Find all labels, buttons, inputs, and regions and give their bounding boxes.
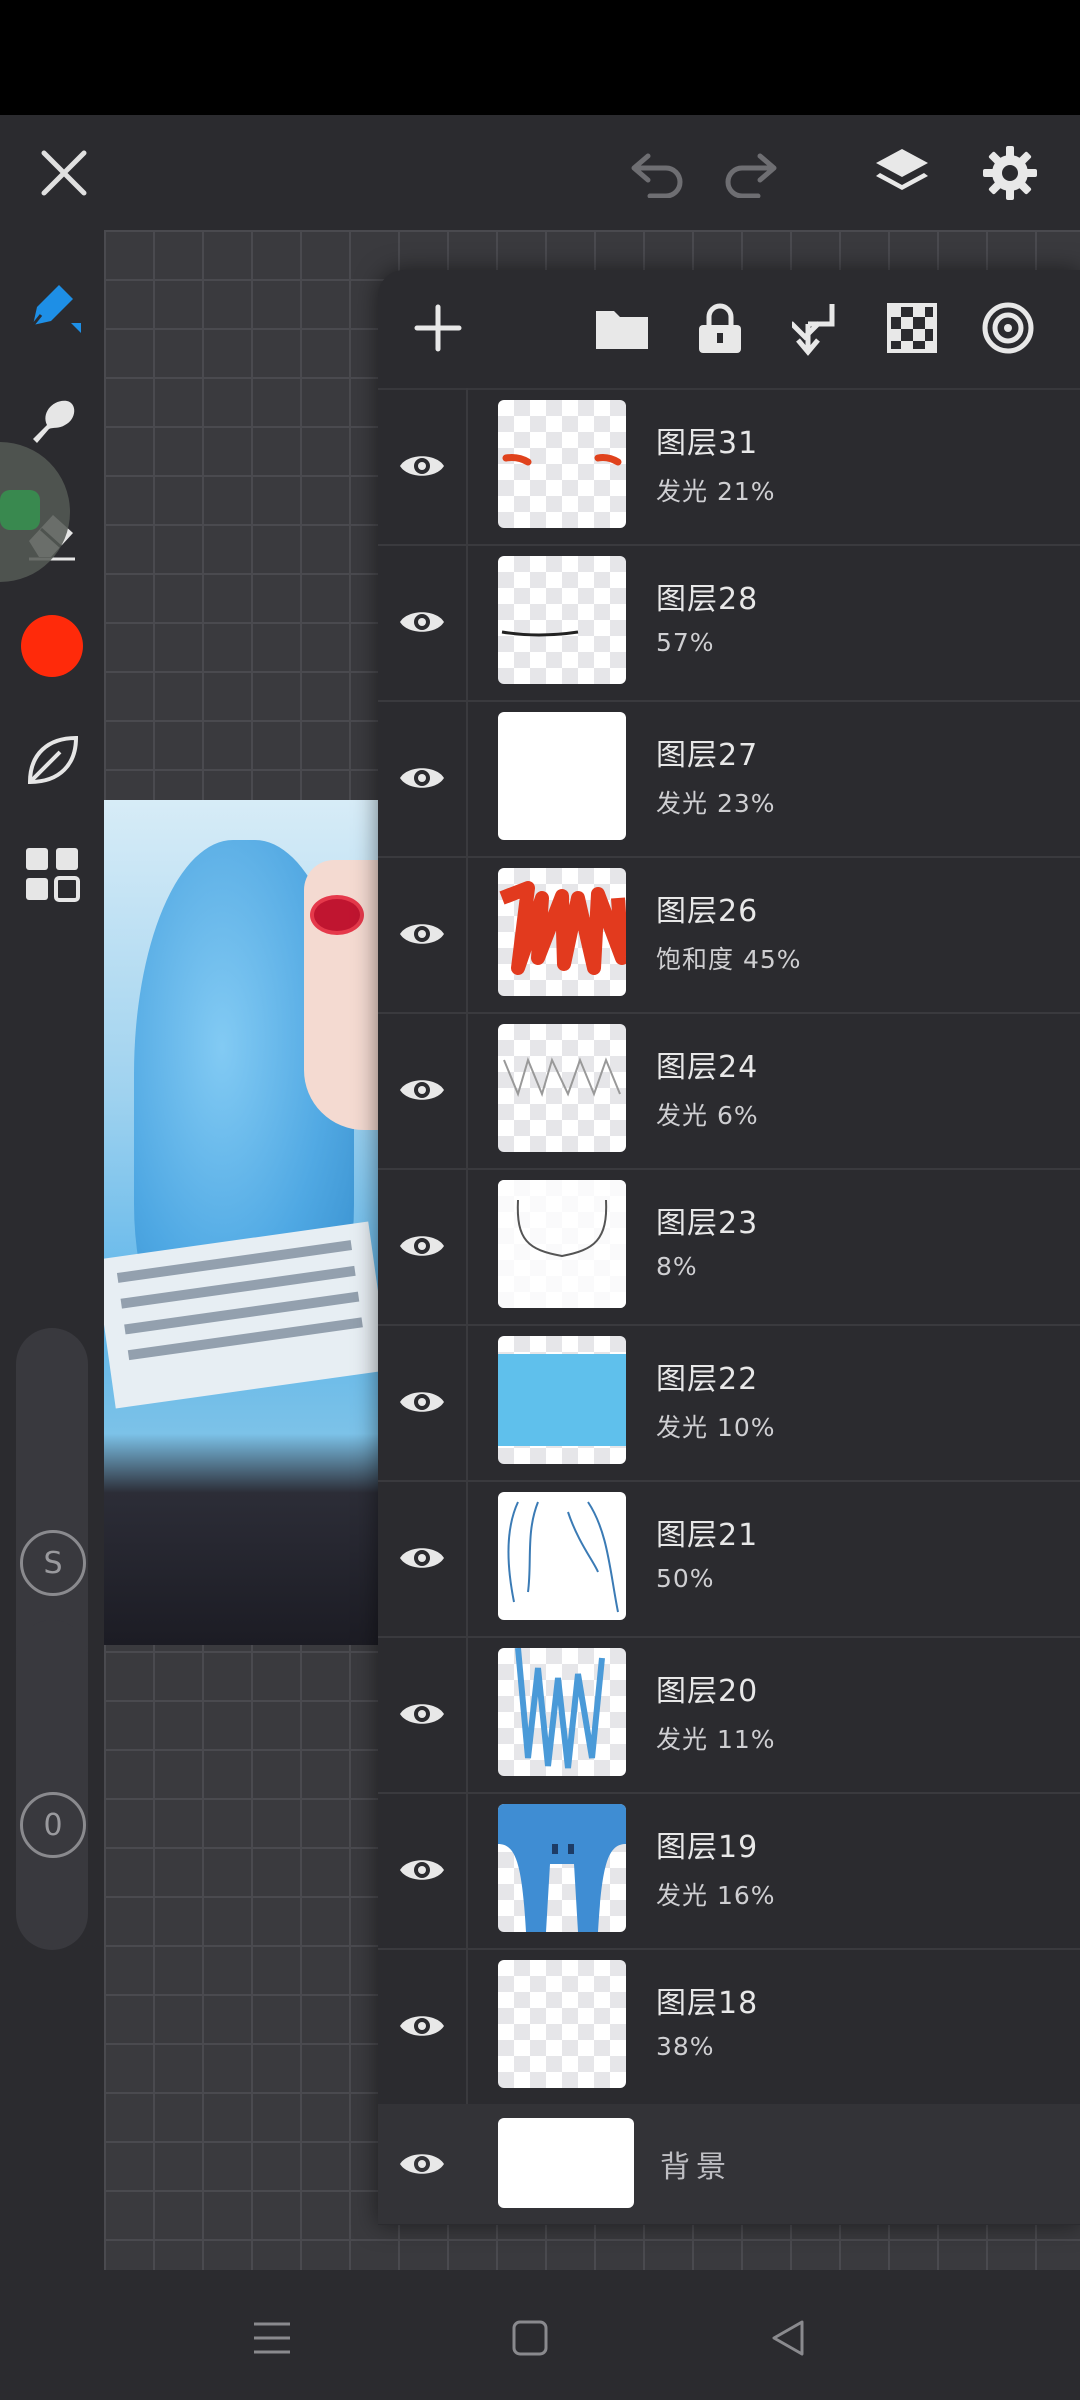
lock-icon[interactable] — [690, 298, 750, 358]
layer-thumbnail — [498, 712, 626, 840]
gear-icon[interactable] — [980, 143, 1040, 203]
layer-thumbnail — [498, 1024, 626, 1152]
layer-thumbnail — [498, 400, 626, 528]
system-nav-bar — [0, 2270, 1080, 2400]
layer-name: 图层23 — [656, 1206, 759, 1241]
eye-icon[interactable] — [378, 856, 468, 1012]
layer-row[interactable]: 图层31 发光 21% — [378, 388, 1080, 546]
smudge-tool-icon[interactable] — [20, 388, 84, 452]
eye-icon[interactable] — [378, 388, 468, 544]
color-swatch-dot — [21, 615, 83, 677]
eye-icon[interactable] — [378, 1636, 468, 1792]
transparency-icon[interactable] — [882, 298, 942, 358]
layer-blend-info: 发光 16% — [656, 1881, 776, 1910]
eye-icon[interactable] — [378, 1792, 468, 1948]
layer-row[interactable]: 图层22 发光 10% — [378, 1324, 1080, 1482]
eye-icon[interactable] — [378, 1480, 468, 1636]
close-icon[interactable] — [34, 143, 94, 203]
layer-blend-info: 38% — [656, 2032, 715, 2061]
back-icon[interactable] — [758, 2308, 818, 2368]
layer-thumbnail — [498, 868, 626, 996]
layer-blend-info: 饱和度 45% — [656, 945, 802, 974]
layer-name: 图层20 — [656, 1674, 759, 1709]
layer-blend-info: 发光 10% — [656, 1413, 776, 1442]
top-toolbar — [0, 115, 1080, 230]
eye-icon[interactable] — [378, 1948, 468, 2104]
merge-down-icon[interactable] — [786, 298, 846, 358]
layer-row[interactable]: 图层20 发光 11% — [378, 1636, 1080, 1794]
layer-blend-info: 57% — [656, 628, 715, 657]
layer-blend-info: 8% — [656, 1252, 698, 1281]
layer-row[interactable]: 图层24 发光 6% — [378, 1012, 1080, 1170]
layer-row[interactable]: 图层23 8% — [378, 1168, 1080, 1326]
color-swatch[interactable] — [20, 614, 84, 678]
layer-thumbnail — [498, 1336, 626, 1464]
layer-name: 图层31 — [656, 426, 759, 461]
layer-name: 图层27 — [656, 738, 759, 773]
layer-row[interactable]: 图层18 38% — [378, 1948, 1080, 2106]
eye-icon[interactable] — [378, 1012, 468, 1168]
layer-blend-info: 发光 23% — [656, 789, 776, 818]
redo-icon[interactable] — [722, 143, 782, 203]
eye-icon[interactable] — [378, 2104, 466, 2224]
layer-row[interactable]: 图层19 发光 16% — [378, 1792, 1080, 1950]
left-toolbar: S 0 — [0, 230, 104, 2270]
layer-name: 图层22 — [656, 1362, 759, 1397]
eye-icon[interactable] — [378, 544, 468, 700]
size-label: S — [20, 1530, 86, 1596]
opacity-label: 0 — [20, 1792, 86, 1858]
layer-row[interactable]: 图层28 57% — [378, 544, 1080, 702]
layers-panel: 图层31 发光 21% 图层28 57% 图层27 发光 23% 图层26 饱和… — [378, 270, 1080, 2225]
layer-thumbnail — [498, 1492, 626, 1620]
layer-name: 图层18 — [656, 1986, 759, 2021]
layer-name: 背景 — [660, 2150, 732, 2185]
layer-row[interactable]: 图层21 50% — [378, 1480, 1080, 1638]
pen-tool-icon[interactable] — [20, 274, 84, 338]
status-bar — [0, 0, 1080, 115]
layer-name: 图层24 — [656, 1050, 759, 1085]
layers-icon[interactable] — [872, 143, 932, 203]
layer-thumbnail — [498, 1960, 626, 2088]
opacity-slider[interactable] — [16, 1620, 88, 1950]
home-icon[interactable] — [500, 2308, 560, 2368]
layer-name: 图层28 — [656, 582, 759, 617]
grid-menu-icon[interactable] — [20, 842, 84, 906]
layer-row[interactable]: 图层27 发光 23% — [378, 700, 1080, 858]
plus-icon[interactable] — [408, 298, 468, 358]
artwork-image[interactable] — [104, 800, 380, 1645]
eye-icon[interactable] — [378, 1168, 468, 1324]
layer-thumbnail — [498, 1648, 626, 1776]
target-icon[interactable] — [978, 298, 1038, 358]
layer-thumbnail — [498, 556, 626, 684]
layer-blend-info: 发光 11% — [656, 1725, 776, 1754]
layer-thumbnail — [498, 1180, 626, 1308]
leaf-icon[interactable] — [20, 728, 84, 792]
layer-name: 图层26 — [656, 894, 759, 929]
eye-icon[interactable] — [378, 1324, 468, 1480]
layer-thumbnail — [498, 2118, 634, 2208]
layer-name: 图层19 — [656, 1830, 759, 1865]
layer-blend-info: 发光 6% — [656, 1101, 759, 1130]
layer-thumbnail — [498, 1804, 626, 1932]
undo-icon[interactable] — [626, 143, 686, 203]
folder-icon[interactable] — [592, 298, 652, 358]
layers-panel-toolbar — [378, 270, 1080, 390]
background-layer-row[interactable]: 背景 — [378, 2104, 1080, 2224]
layer-blend-info: 50% — [656, 1564, 715, 1593]
eye-icon[interactable] — [378, 700, 468, 856]
layer-name: 图层21 — [656, 1518, 759, 1553]
layer-row[interactable]: 图层26 饱和度 45% — [378, 856, 1080, 1014]
menu-icon[interactable] — [242, 2308, 302, 2368]
layer-blend-info: 发光 21% — [656, 477, 776, 506]
